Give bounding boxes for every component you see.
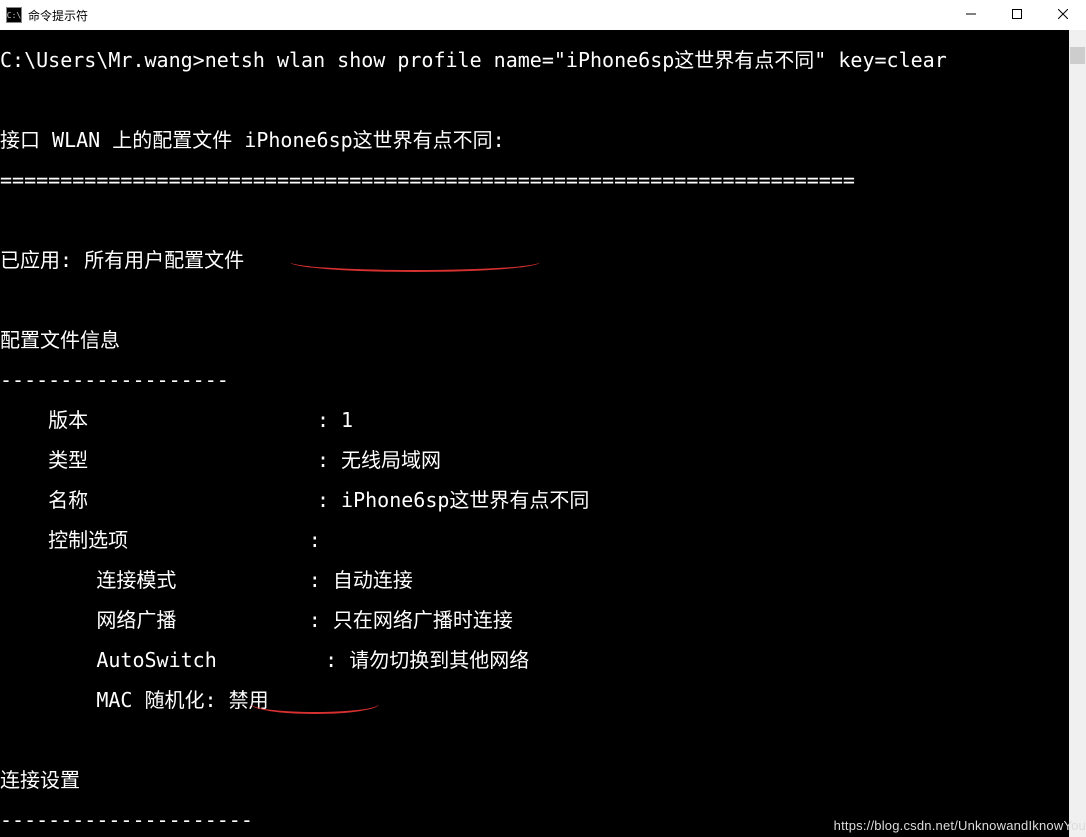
console-output[interactable]: C:\Users\Mr.wang>netsh wlan show profile… [0,30,1069,837]
blank [0,210,1069,230]
window-title: 命令提示符 [28,7,88,24]
section-dash: ------------------- [0,370,1069,390]
cmd-icon: C:\ [6,7,22,23]
row: 类型 : 无线局域网 [0,450,1069,470]
scrollbar[interactable] [1069,30,1086,837]
row-name: 名称 : iPhone6sp这世界有点不同 [0,490,1069,510]
row: 控制选项 : [0,530,1069,550]
watermark: https://blog.csdn.net/UnknowandIknowYou [834,818,1086,833]
window-controls [948,0,1086,30]
close-button[interactable] [1040,0,1086,28]
profile-name-value: iPhone6sp这世界有点不同 [341,488,589,512]
blank [0,290,1069,310]
prompt-line: C:\Users\Mr.wang>netsh wlan show profile… [0,50,1069,70]
blank [0,730,1069,750]
maximize-button[interactable] [994,0,1040,28]
row: MAC 随机化: 禁用 [0,690,1069,710]
row: AutoSwitch : 请勿切换到其他网络 [0,650,1069,670]
scrollbar-thumb[interactable] [1070,47,1085,64]
blank [0,90,1069,110]
row: 网络广播 : 只在网络广播时连接 [0,610,1069,630]
row: 连接模式 : 自动连接 [0,570,1069,590]
applied-line: 已应用: 所有用户配置文件 [0,250,1069,270]
minimize-button[interactable] [948,0,994,28]
header-line: 接口 WLAN 上的配置文件 iPhone6sp这世界有点不同: [0,130,1069,150]
section-title: 配置文件信息 [0,330,1069,350]
separator: ========================================… [0,170,1069,190]
titlebar: C:\ 命令提示符 [0,0,1086,30]
row: 版本 : 1 [0,410,1069,430]
section-title: 连接设置 [0,770,1069,790]
